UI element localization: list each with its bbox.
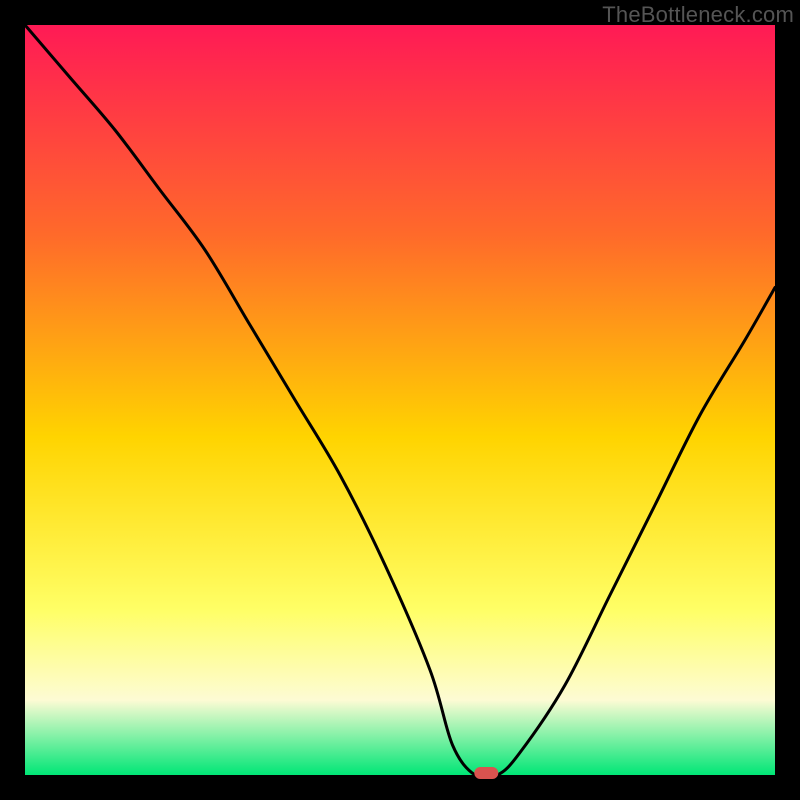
chart-container: TheBottleneck.com	[0, 0, 800, 800]
bottleneck-chart	[0, 0, 800, 800]
watermark-text: TheBottleneck.com	[602, 2, 794, 28]
plot-background	[25, 25, 775, 775]
optimal-point-marker	[474, 767, 498, 779]
